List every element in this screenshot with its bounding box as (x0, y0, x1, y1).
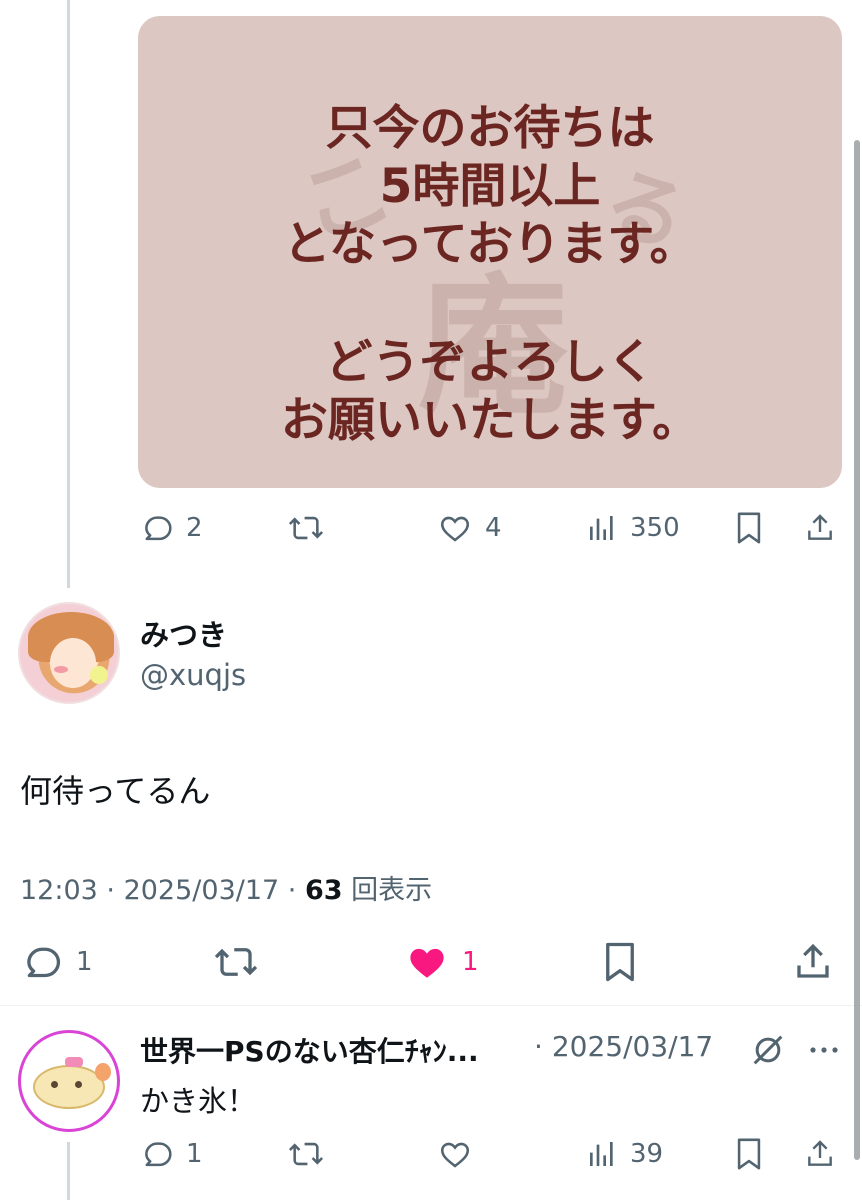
like-button[interactable] (437, 1130, 473, 1178)
author-handle[interactable]: @xuqjs (140, 658, 246, 692)
thread-connector-line (67, 0, 70, 588)
share-icon (808, 1140, 832, 1166)
share-button[interactable] (804, 504, 836, 552)
analytics-icon (590, 1142, 613, 1166)
reply-button[interactable]: 1 (140, 1130, 203, 1178)
like-button[interactable]: 4 (437, 504, 502, 552)
reply-button[interactable]: 1 (20, 938, 93, 986)
analytics-icon (590, 516, 613, 540)
avatar[interactable] (18, 602, 120, 704)
reply-count: 1 (76, 947, 93, 977)
share-button[interactable] (804, 1130, 836, 1178)
retweet-icon (288, 1142, 324, 1166)
avatar[interactable] (18, 1030, 120, 1132)
reply-icon (27, 947, 61, 978)
reply-action-bar: 1 39 (0, 1130, 862, 1178)
reply-date[interactable]: · 2025/03/17 (534, 1030, 713, 1063)
image-text-line: 5時間以上 (379, 159, 601, 214)
scrollbar[interactable] (854, 140, 860, 1160)
bookmark-icon (606, 942, 634, 982)
reply-button[interactable]: 2 (140, 504, 203, 552)
author-display-name[interactable]: みつき (140, 612, 227, 654)
bookmark-icon (737, 1138, 761, 1170)
tweet-text: 何待ってるん (20, 772, 211, 810)
like-count: 4 (485, 513, 502, 543)
reply-icon (145, 516, 172, 541)
parent-action-bar: 2 4 350 (0, 504, 862, 552)
tweet-time[interactable]: 12:03 (20, 875, 98, 906)
bookmark-icon (737, 512, 761, 544)
retweet-button[interactable] (212, 938, 260, 986)
views-count: 63 (304, 875, 343, 906)
views-button[interactable]: 39 (586, 1130, 663, 1178)
tweet-meta: 12:03 · 2025/03/17 · 63 回表示 (20, 875, 433, 906)
retweet-icon (288, 516, 324, 540)
share-icon (797, 943, 829, 978)
bookmark-button[interactable] (734, 504, 764, 552)
share-icon (808, 514, 832, 540)
more-options-icon[interactable] (804, 1030, 844, 1070)
like-count: 1 (462, 947, 479, 977)
reply-icon (145, 1142, 172, 1167)
tweet-date[interactable]: 2025/03/17 (124, 875, 280, 906)
heart-icon (440, 1142, 470, 1168)
image-text-line: となっております。 (283, 217, 697, 272)
bookmark-button[interactable] (734, 1130, 764, 1178)
tweet-action-bar: 1 1 (0, 938, 862, 986)
views-label: 回表示 (351, 875, 433, 906)
divider (0, 1005, 862, 1006)
tweet-image[interactable]: 庵 こ る 只今のお待ちは 5時間以上 となっております。 どうぞよろしく お願… (138, 16, 842, 488)
views-count: 350 (630, 513, 680, 543)
retweet-button[interactable] (287, 1130, 325, 1178)
like-button[interactable]: 1 (404, 938, 479, 986)
reply-count: 2 (186, 513, 203, 543)
views-count: 39 (630, 1139, 664, 1169)
views-button[interactable]: 350 (586, 504, 680, 552)
hidden-reply-icon[interactable] (748, 1030, 788, 1070)
heart-icon (440, 516, 470, 542)
image-text-line: お願いいたします。 (280, 393, 700, 448)
retweet-button[interactable] (287, 504, 325, 552)
retweet-icon (214, 948, 258, 976)
reply-text: かき氷！ (140, 1084, 257, 1118)
heart-filled-icon (410, 948, 444, 978)
bookmark-button[interactable] (600, 938, 640, 986)
reply-count: 1 (186, 1139, 203, 1169)
image-text-line: どうぞよろしく (325, 335, 655, 390)
reply-author-display-name[interactable]: 世界一PSのない杏仁ﾁｬﾝ... (140, 1030, 532, 1070)
image-text-line: 只今のお待ちは (325, 101, 655, 156)
share-button[interactable] (792, 938, 834, 986)
